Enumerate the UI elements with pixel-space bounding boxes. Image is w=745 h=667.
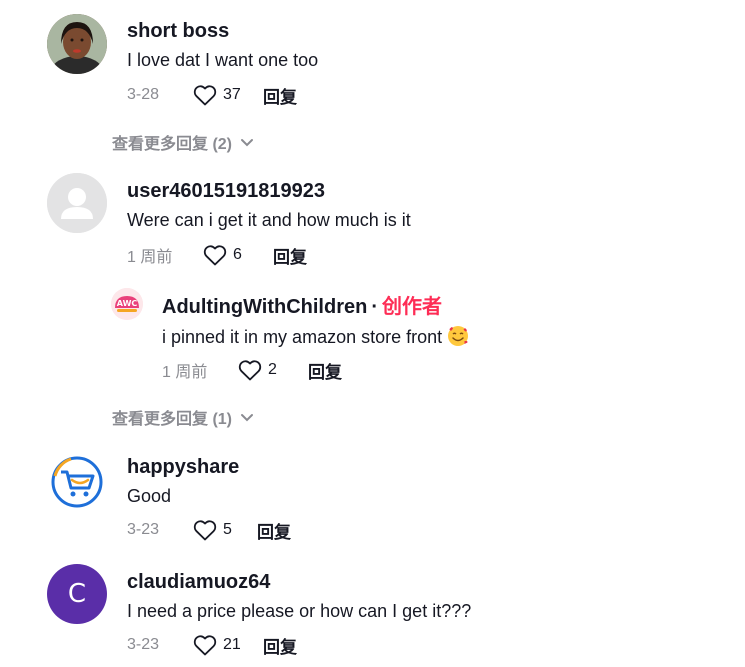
username[interactable]: AdultingWithChildren (162, 296, 367, 318)
comment-meta: 3-28 37 回复 (127, 83, 297, 107)
heart-icon (193, 520, 217, 541)
shopping-cart-icon (51, 456, 103, 508)
like-button[interactable]: 5 (193, 519, 241, 541)
reply-button[interactable]: 回复 (273, 243, 307, 268)
brand-logo-icon: AWC (111, 288, 143, 320)
comment-text-row: i pinned it in my amazon store front (162, 325, 469, 348)
like-button[interactable]: 2 (238, 359, 292, 381)
comment-meta: 1 周前 6 回复 (127, 243, 307, 267)
comment-meta: 3-23 21 回复 (127, 633, 297, 657)
like-button[interactable]: 37 (193, 84, 247, 106)
heart-icon (238, 360, 262, 381)
heart-icon (193, 635, 217, 656)
avatar[interactable] (47, 452, 107, 512)
like-count: 21 (223, 636, 241, 653)
user-photo-icon (47, 14, 107, 74)
comment-date: 3-23 (127, 521, 160, 538)
like-button[interactable]: 6 (203, 244, 257, 266)
view-more-replies-button[interactable]: 查看更多回复 (1) (112, 405, 254, 429)
comment-text: Good (127, 486, 172, 506)
like-count: 6 (233, 246, 242, 263)
like-button[interactable]: 21 (193, 634, 247, 656)
username[interactable]: short boss (127, 19, 229, 43)
comment-text: Were can i get it and how much is it (127, 210, 411, 230)
comment-meta: 3-23 5 回复 (127, 518, 291, 542)
heart-icon (203, 245, 227, 266)
comment-date: 3-23 (127, 636, 160, 653)
creator-badge: 创作者 (382, 296, 443, 318)
comment-text: i pinned it in my amazon store front (162, 327, 443, 347)
avatar[interactable] (47, 14, 107, 74)
comment-date: 1 周前 (127, 249, 173, 266)
separator-dot: · (371, 296, 379, 318)
avatar[interactable]: AWC (111, 288, 143, 320)
comment-text: I love dat I want one too (127, 50, 319, 70)
avatar[interactable] (47, 173, 107, 233)
view-more-label: 查看更多回复 (2) (112, 136, 233, 153)
default-user-icon (47, 173, 107, 233)
username[interactable]: claudiamuoz64 (127, 570, 270, 594)
reply-button[interactable]: 回复 (257, 518, 291, 543)
reply-button[interactable]: 回复 (263, 83, 297, 108)
comment-meta: 1 周前 2 回复 (162, 358, 342, 382)
svg-text:AWC: AWC (117, 299, 138, 308)
avatar[interactable]: C (47, 564, 107, 624)
chevron-down-icon (241, 139, 254, 147)
heart-icon (193, 85, 217, 106)
chevron-down-icon (241, 414, 254, 422)
reply-header: AdultingWithChildren · 创作者 (162, 295, 442, 319)
comment-date: 1 周前 (162, 364, 208, 381)
comment-date: 3-28 (127, 86, 160, 103)
username[interactable]: happyshare (127, 455, 239, 479)
like-count: 5 (223, 521, 232, 538)
comment-text: I need a price please or how can I get i… (127, 601, 472, 621)
reply-button[interactable]: 回复 (308, 358, 342, 383)
view-more-replies-button[interactable]: 查看更多回复 (2) (112, 130, 254, 154)
reply-button[interactable]: 回复 (263, 633, 297, 658)
like-count: 2 (268, 361, 277, 378)
username[interactable]: user46015191819923 (127, 179, 325, 203)
avatar-letter: C (67, 579, 87, 609)
smiling-face-with-hearts-icon (448, 326, 469, 346)
view-more-label: 查看更多回复 (1) (112, 411, 233, 428)
like-count: 37 (223, 86, 241, 103)
